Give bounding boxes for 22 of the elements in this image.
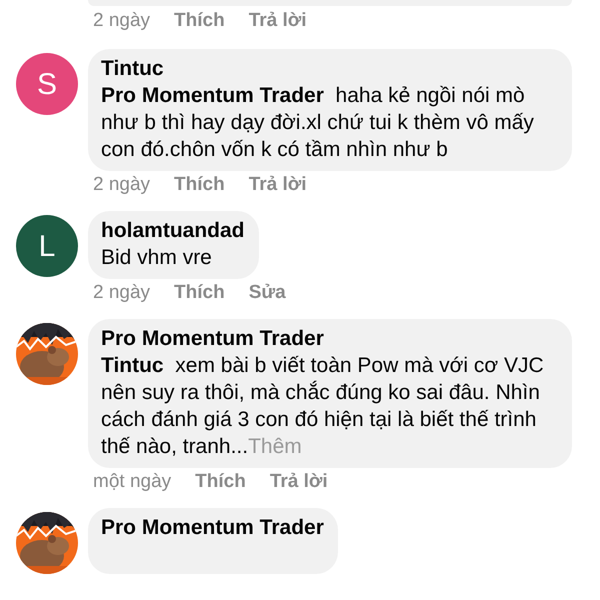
reply-link[interactable]: Sửa: [248, 283, 286, 303]
timestamp: 2 ngày: [93, 11, 150, 31]
see-more-link[interactable]: Thêm: [248, 435, 302, 458]
like-link[interactable]: Thích: [195, 472, 246, 492]
author-name[interactable]: Pro Momentum Trader: [101, 514, 324, 541]
avatar[interactable]: L: [16, 215, 78, 277]
comment-text: Tintuc xem bài b viết toàn Pow mà với cơ VJC nên suy ra thôi, mà chắc đúng ko sai đâu. Nhìn cách đánh giá 3 con đó hiện tại là biết thế trình thế nào, tranh...Thêm: [101, 353, 545, 460]
timestamp: một ngày: [93, 472, 172, 492]
timestamp: 2 ngày: [93, 283, 150, 303]
author-name[interactable]: Pro Momentum Trader: [101, 325, 558, 352]
avatar[interactable]: S: [16, 53, 78, 115]
reply-link[interactable]: Trả lời: [248, 175, 307, 195]
comment-text: Bid vhm vre: [101, 245, 213, 271]
like-link[interactable]: Thích: [174, 175, 225, 195]
comment-text: Pro Momentum Trader haha kẻ ngồi nói mò như b thì hay dạy đời.xl chứ tui k thèm vô mấy con đó.chôn vốn k có tầm nhìn như b: [101, 83, 535, 163]
like-link[interactable]: Thích: [174, 11, 225, 31]
author-name[interactable]: Tintuc: [101, 55, 558, 82]
author-name[interactable]: holamtuandad: [101, 217, 245, 244]
like-link[interactable]: Thích: [174, 283, 225, 303]
timestamp: 2 ngày: [93, 175, 150, 195]
reply-link[interactable]: Trả lời: [248, 11, 307, 31]
reply-link[interactable]: Trả lời: [270, 472, 328, 492]
